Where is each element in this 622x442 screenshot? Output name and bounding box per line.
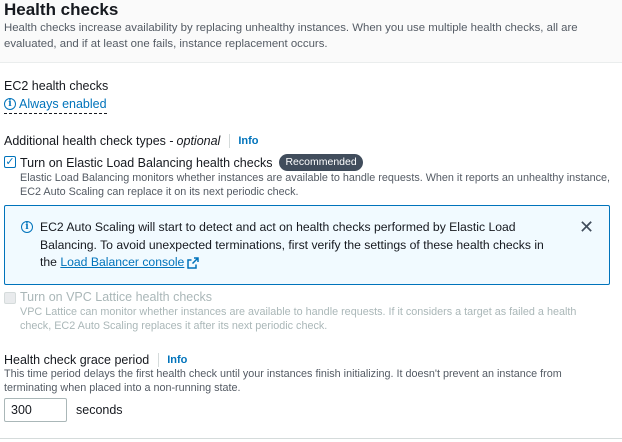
grace-info-link[interactable]: Info bbox=[167, 354, 187, 366]
additional-label-text: Additional health check types - bbox=[4, 134, 174, 148]
grace-label-text: Health check grace period bbox=[4, 353, 150, 367]
elb-health-check-checkbox[interactable]: ✓ bbox=[4, 156, 16, 168]
health-checks-header: Health checks Health checks increase ava… bbox=[0, 0, 622, 63]
grace-period-description: This time period delays the first health… bbox=[4, 368, 562, 394]
always-enabled-text: Always enabled bbox=[19, 97, 107, 111]
vpc-lattice-checkbox bbox=[4, 292, 16, 304]
section-description: Health checks increase availability by r… bbox=[4, 22, 578, 50]
link-text: Load Balancer console bbox=[60, 255, 185, 269]
grace-period-label: Health check grace period Info bbox=[4, 353, 187, 367]
alert-text: EC2 Auto Scaling will start to detect an… bbox=[40, 219, 560, 272]
optional-text: optional bbox=[176, 134, 221, 148]
divider bbox=[229, 134, 231, 148]
recommended-badge: Recommended bbox=[279, 154, 363, 171]
grace-period-input[interactable] bbox=[4, 398, 67, 422]
additional-info-link[interactable]: Info bbox=[238, 135, 258, 147]
external-link-icon bbox=[187, 257, 200, 269]
load-balancer-console-link[interactable]: Load Balancer console bbox=[60, 255, 200, 269]
vpc-lattice-description: VPC Lattice can monitor whether instance… bbox=[20, 306, 577, 332]
ec2-health-checks-label: EC2 health checks bbox=[4, 79, 109, 93]
section-divider bbox=[0, 438, 622, 439]
elb-health-check-label[interactable]: Turn on Elastic Load Balancing health ch… bbox=[20, 154, 363, 171]
always-enabled-popover[interactable]: i Always enabled bbox=[4, 97, 107, 114]
divider bbox=[158, 353, 160, 367]
section-title: Health checks bbox=[4, 0, 119, 19]
additional-health-check-types-label: Additional health check types - optional… bbox=[4, 134, 259, 148]
info-icon: i bbox=[4, 98, 16, 110]
info-alert: i EC2 Auto Scaling will start to detect … bbox=[4, 205, 610, 285]
dismiss-alert-button[interactable]: ✕ bbox=[579, 218, 594, 236]
alert-info-icon: i bbox=[21, 221, 33, 233]
elb-description: Elastic Load Balancing monitors whether … bbox=[20, 172, 610, 198]
vpc-lattice-label: Turn on VPC Lattice health checks bbox=[20, 290, 212, 304]
elb-label-text: Turn on Elastic Load Balancing health ch… bbox=[20, 155, 273, 170]
grace-period-unit: seconds bbox=[76, 403, 123, 417]
